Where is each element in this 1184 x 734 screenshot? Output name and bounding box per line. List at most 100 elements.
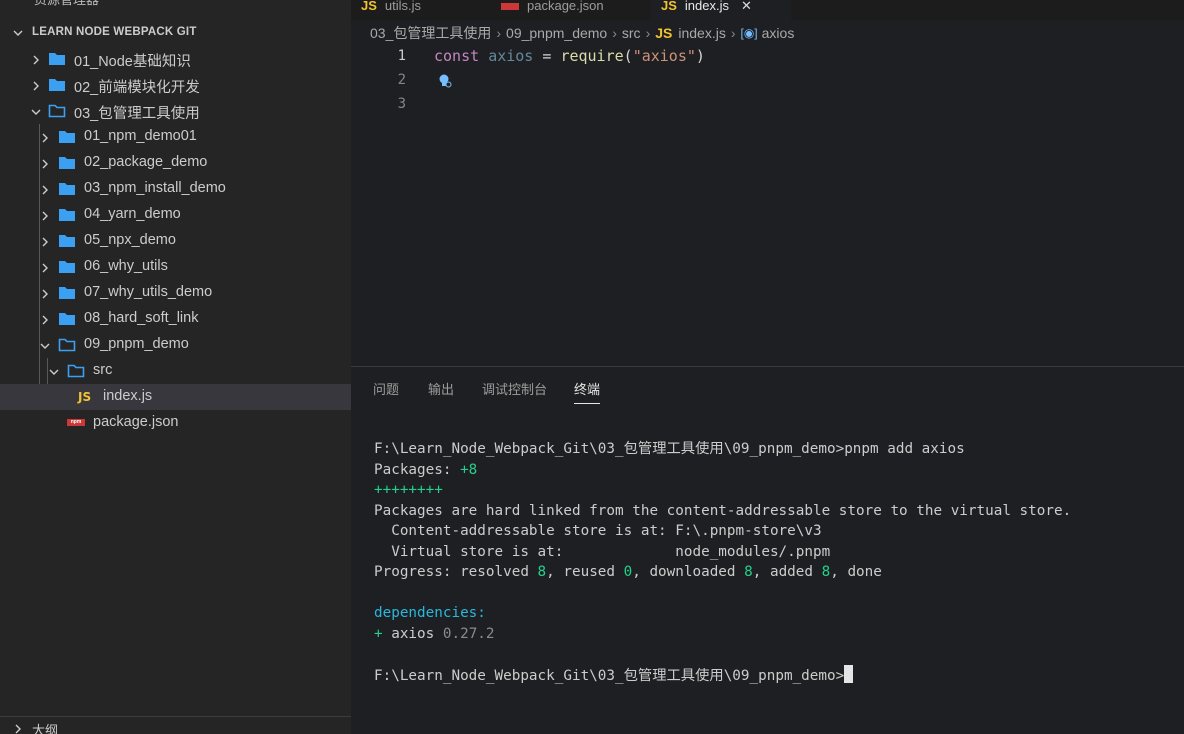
chevron-down-icon — [48, 365, 60, 383]
folder-icon — [58, 311, 76, 331]
tree-item-label: 03_npm_install_demo — [84, 180, 226, 196]
tree-folder-npm-demo01[interactable]: 01_npm_demo01 — [0, 124, 351, 150]
chevron-down-icon — [12, 26, 24, 44]
chevron-right-icon — [30, 79, 42, 97]
tree-item-label: 01_npm_demo01 — [84, 128, 197, 144]
tab-output[interactable]: 输出 — [428, 379, 454, 403]
terminal-prompt: F:\Learn_Node_Webpack_Git\03_包管理工具使用\09_… — [374, 664, 1071, 687]
tab-label: package.json — [527, 0, 604, 13]
code-editor[interactable]: 1 2 3 const axios = require("axios") — [351, 44, 1184, 366]
tree-item-label: package.json — [93, 414, 179, 430]
npm-icon — [501, 3, 519, 10]
tree-folder-03-package-tools[interactable]: 03_包管理工具使用 — [0, 98, 351, 124]
chevron-right-icon — [39, 261, 51, 279]
breadcrumb-item[interactable]: 09_pnpm_demo — [506, 25, 607, 41]
folder-icon — [48, 51, 66, 71]
outline-label: 大纲 — [32, 723, 59, 734]
tree-folder-package-demo[interactable]: 02_package_demo — [0, 150, 351, 176]
npm-icon: npm — [67, 419, 85, 426]
tree-item-label: 06_why_utils — [84, 258, 168, 274]
terminal-line: Progress: resolved 8, reused 0, download… — [374, 564, 882, 580]
tree-folder-src[interactable]: src — [0, 358, 351, 384]
chevron-right-icon: › — [496, 25, 502, 41]
chevron-right-icon — [30, 53, 42, 71]
terminal-cursor — [844, 664, 854, 683]
tree-folder-01-node[interactable]: 01_Node基础知识 — [0, 46, 351, 72]
chevron-right-icon — [12, 722, 24, 734]
breadcrumb-file[interactable]: index.js — [678, 25, 725, 41]
tree-folder-npx-demo[interactable]: 05_npx_demo — [0, 228, 351, 254]
terminal-line: Packages are hard linked from the conten… — [374, 502, 1072, 519]
workspace-section-header[interactable]: LEARN NODE WEBPACK GIT — [0, 20, 351, 44]
chevron-right-icon — [39, 157, 51, 175]
tab-debug-console[interactable]: 调试控制台 — [482, 379, 547, 403]
tree-item-label: 09_pnpm_demo — [84, 336, 189, 352]
symbol-variable-icon: [◉] — [740, 26, 758, 40]
code-operator: = — [542, 47, 552, 65]
folder-icon — [58, 207, 76, 227]
code-line: const axios = require("axios") — [434, 47, 705, 65]
folder-icon — [58, 155, 76, 175]
chevron-right-icon — [39, 235, 51, 253]
outline-section-header[interactable]: 大纲 — [0, 716, 351, 734]
folder-icon — [58, 233, 76, 253]
tree-folder-yarn-demo[interactable]: 04_yarn_demo — [0, 202, 351, 228]
folder-open-icon — [48, 103, 66, 123]
chevron-right-icon — [39, 209, 51, 227]
tree-item-label: 02_package_demo — [84, 154, 208, 170]
explorer-sidebar: 资源管理器 LEARN NODE WEBPACK GIT 01_Node基础知识… — [0, 0, 351, 734]
tree-folder-hard-soft-link[interactable]: 08_hard_soft_link — [0, 306, 351, 332]
breadcrumb: 03_包管理工具使用 › 09_pnpm_demo › src › JS ind… — [351, 22, 794, 44]
breadcrumb-item[interactable]: src — [622, 25, 641, 41]
terminal-line: F:\Learn_Node_Webpack_Git\03_包管理工具使用\09_… — [374, 441, 965, 457]
chevron-right-icon: › — [612, 25, 617, 41]
code-keyword: const — [434, 47, 480, 65]
tree-item-label: 03_包管理工具使用 — [74, 106, 200, 122]
folder-icon — [58, 181, 76, 201]
folder-open-icon — [58, 337, 76, 357]
breadcrumb-item[interactable]: 03_包管理工具使用 — [370, 23, 491, 43]
terminal-line: + axios 0.27.2 — [374, 625, 495, 642]
terminal-line: Content-addressable store is at: F:\.pnp… — [374, 523, 822, 539]
tree-item-label: 02_前端模块化开发 — [74, 80, 200, 96]
chevron-right-icon: › — [645, 25, 651, 41]
code-function: require — [560, 47, 624, 65]
js-file-icon: JS — [78, 390, 92, 404]
folder-icon — [58, 129, 76, 149]
chevron-right-icon — [39, 183, 51, 201]
tree-file-index-js[interactable]: JS index.js — [0, 384, 351, 410]
js-file-icon: JS — [661, 0, 677, 13]
tab-package-json[interactable]: package.json — [491, 0, 651, 20]
chevron-down-icon — [30, 105, 42, 123]
line-number: 3 — [397, 96, 406, 112]
workspace-name: LEARN NODE WEBPACK GIT — [32, 26, 197, 38]
tree-folder-npm-install-demo[interactable]: 03_npm_install_demo — [0, 176, 351, 202]
chevron-right-icon — [39, 287, 51, 305]
breadcrumb-symbol[interactable]: axios — [762, 25, 795, 41]
bottom-panel: 问题 输出 调试控制台 终端 F:\Learn_Node_Webpack_Git… — [351, 366, 1184, 734]
tree-item-label: 01_Node基础知识 — [74, 54, 191, 70]
editor-tab-strip: JS utils.js package.json JS index.js ✕ — [351, 0, 1184, 20]
chevron-right-icon — [39, 313, 51, 331]
tab-label: index.js — [684, 0, 729, 13]
tree-folder-02-frontend[interactable]: 02_前端模块化开发 — [0, 72, 351, 98]
tab-utils-js[interactable]: JS utils.js — [351, 0, 491, 20]
lightbulb-icon[interactable] — [437, 73, 453, 94]
chevron-right-icon — [39, 131, 51, 149]
tree-folder-pnpm-demo[interactable]: 09_pnpm_demo — [0, 332, 351, 358]
folder-icon — [58, 259, 76, 279]
tab-index-js[interactable]: JS index.js ✕ — [651, 0, 791, 20]
line-number: 1 — [397, 48, 406, 64]
close-icon[interactable]: ✕ — [741, 0, 752, 13]
folder-icon — [48, 77, 66, 97]
terminal-output[interactable]: F:\Learn_Node_Webpack_Git\03_包管理工具使用\09_… — [374, 439, 1071, 686]
tree-file-package-json[interactable]: npm package.json — [0, 410, 351, 436]
tree-item-label: 07_why_utils_demo — [84, 284, 213, 300]
tree-folder-why-utils-demo[interactable]: 07_why_utils_demo — [0, 280, 351, 306]
terminal-line: ++++++++ — [374, 482, 443, 498]
tree-folder-why-utils[interactable]: 06_why_utils — [0, 254, 351, 280]
tab-terminal[interactable]: 终端 — [574, 379, 601, 404]
tab-problems[interactable]: 问题 — [373, 379, 399, 403]
terminal-line: dependencies: — [374, 605, 486, 621]
